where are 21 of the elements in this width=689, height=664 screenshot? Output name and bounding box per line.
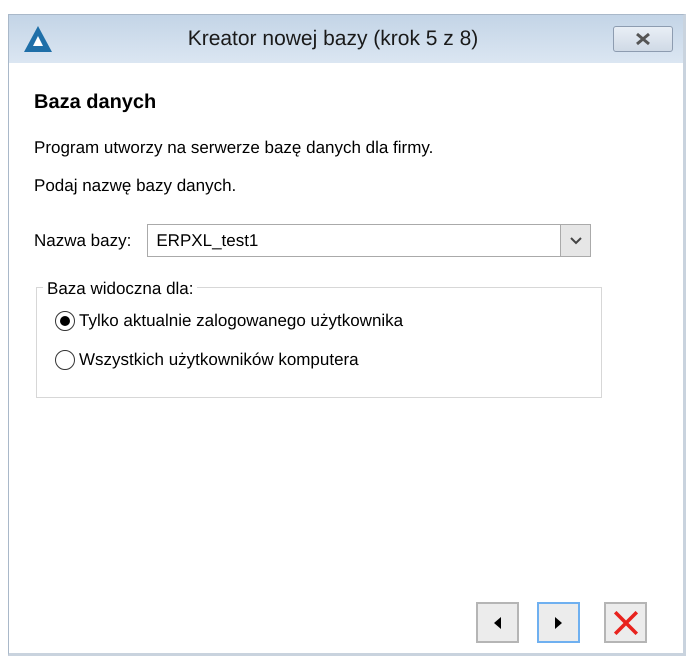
back-button[interactable] (476, 602, 519, 643)
instruction-text: Program utworzy na serwerze bazę danych dla firmy. (34, 137, 434, 159)
radio-label: Tylko aktualnie zalogowanego użytkownika (79, 310, 404, 332)
close-button[interactable] (613, 26, 673, 52)
radio-button[interactable] (55, 350, 75, 370)
close-icon (634, 32, 652, 46)
field-label: Nazwa bazy: (34, 230, 132, 252)
section-heading: Baza danych (34, 90, 158, 115)
cancel-button[interactable] (604, 602, 647, 643)
window-title: Kreator nowej bazy (krok 5 z 8) (186, 26, 480, 52)
cancel-icon (614, 610, 638, 634)
next-button[interactable] (537, 602, 580, 643)
dropdown-button[interactable] (560, 224, 592, 257)
radio-button[interactable] (55, 310, 75, 330)
right-arrow-icon (555, 616, 562, 628)
left-arrow-icon (494, 616, 501, 628)
app-logo-icon (23, 25, 53, 53)
radio-label: Wszystkich użytkowników komputera (79, 348, 359, 371)
chevron-down-icon (570, 236, 582, 244)
database-name-field[interactable]: ERPXL_test1 (147, 224, 560, 257)
instruction-text: Podaj nazwę bazy danych. (34, 174, 238, 196)
